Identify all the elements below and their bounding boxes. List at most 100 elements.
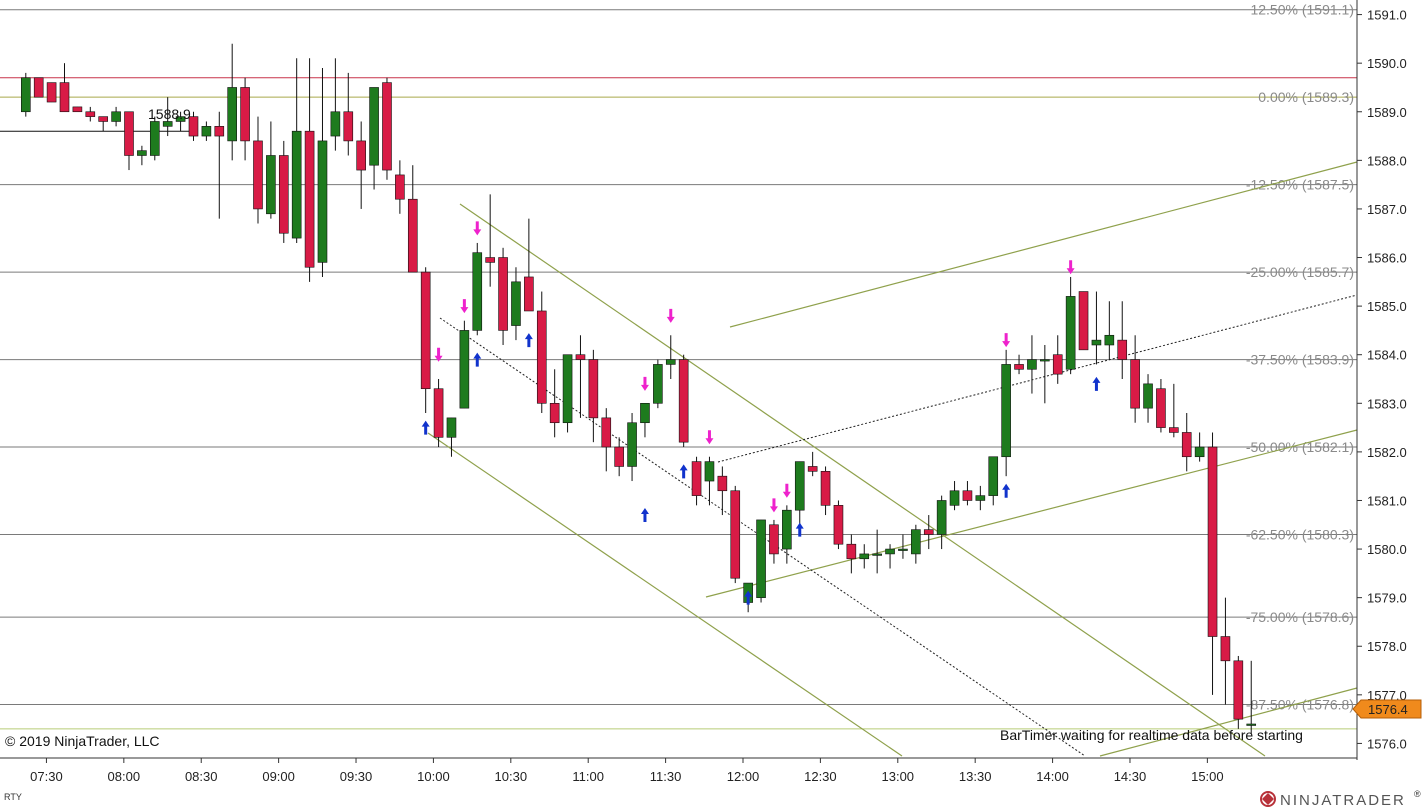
candle-body [330,111,341,137]
candle-body [1220,636,1231,662]
candle-body [85,111,96,117]
time-tick-label-13: 14:00 [1036,769,1069,784]
candle-body [704,461,715,482]
candle-body [820,471,831,506]
candle-body [124,111,134,156]
candle-28 [382,77,392,180]
price-tick-label-12: 1579.0 [1367,591,1407,606]
candle-body [446,417,457,438]
price-tick-label-2: 1589.0 [1367,105,1407,120]
candle-body [562,354,573,424]
candle-body [240,87,250,142]
candle-body [1130,359,1140,409]
candle-body [872,553,882,556]
price-tick-label-13: 1578.0 [1367,639,1407,654]
time-tick-label-10: 12:30 [804,769,837,784]
candle-body [756,519,766,598]
candle-body [111,111,121,122]
time-tick-label-3: 09:00 [262,769,295,784]
candle-body [614,446,624,467]
candle-body [949,490,960,506]
price-overlay-label: 1588.9 [148,106,191,122]
candle-body [923,529,934,535]
candle-body [1065,296,1076,370]
chart-background [0,0,1424,808]
candle-20 [278,140,289,243]
price-tick-label-11: 1580.0 [1367,542,1407,557]
candle-body [653,364,663,404]
candle-32 [433,379,444,448]
price-tick-label-7: 1584.0 [1367,348,1407,363]
time-tick-label-7: 11:00 [572,769,604,784]
candle-37 [498,247,508,345]
candle-35 [472,242,483,336]
copyright-text: © 2019 NinjaTrader, LLC [5,733,160,749]
candle-body [33,77,44,98]
candle-body [382,82,392,171]
candle-body [1091,339,1102,346]
candle-body [769,524,779,555]
candle-body [98,116,108,122]
candle-body [575,354,586,360]
time-tick-label-14: 14:30 [1114,769,1147,784]
time-tick-label-15: 15:00 [1191,769,1224,784]
candle-10 [149,116,160,161]
price-tick-label-10: 1581.0 [1367,493,1407,508]
time-tick-label-11: 13:00 [882,769,915,784]
candle-body [807,466,818,472]
candle-body [1156,388,1166,428]
candle-body [885,548,895,555]
candle-body [627,422,637,467]
candle-94 [1233,655,1244,729]
candle-body [1052,354,1063,375]
candle-body [975,495,986,501]
time-tick-label-2: 08:30 [185,769,218,784]
candle-body [356,140,366,171]
candle-82 [1078,291,1089,351]
fib-label-5: -50.00% (1582.1) [1246,439,1354,455]
candle-body [691,461,702,496]
fib-label-2: -12.50% (1587.5) [1246,177,1354,193]
candle-1 [33,77,44,98]
candle-body [201,126,212,137]
candle-body [911,529,921,555]
fib-label-1: 0.00% (1589.3) [1258,89,1354,105]
candlestick-chart[interactable]: 12.50% (1591.1) 0.00% (1589.3) -12.50% (15… [0,0,1424,808]
candle-body [472,252,483,331]
candle-body [395,174,405,200]
fib-label-3: -25.00% (1585.7) [1246,264,1354,280]
price-tick-label-15: 1576.0 [1367,736,1407,751]
candle-body [407,198,418,273]
candle-55 [730,485,741,584]
candle-body [1027,359,1037,370]
candle-body [794,461,805,511]
time-tick-label-5: 10:00 [417,769,450,784]
candle-body [317,140,328,263]
candle-body [988,456,999,496]
candle-body [485,257,495,263]
candle-49 [653,359,663,409]
candle-body [1014,364,1024,370]
candle-body [369,87,379,166]
candle-body [859,553,870,560]
price-tick-label-1: 1590.0 [1367,56,1407,71]
fib-label-0: 12.50% (1591.1) [1250,2,1354,18]
candle-body [549,402,560,424]
instrument-label: RTY [4,792,22,802]
time-tick-label-4: 09:30 [340,769,373,784]
candle-body [665,359,676,365]
candle-2 [46,82,57,103]
candle-body [962,490,973,501]
ninjatrader-logo-icon [1260,791,1276,807]
price-tick-label-0: 1591.0 [1367,8,1407,23]
brand-logo: NINJATRADER ® [1260,789,1421,808]
fib-label-7: -75.00% (1578.6) [1246,609,1354,625]
last-price-marker: 1576.4 [1352,699,1422,719]
candle-body [278,155,289,234]
fib-label-4: -37.50% (1583.9) [1246,352,1354,368]
candle-body [291,130,302,239]
candle-body [1194,446,1205,458]
price-tick-label-3: 1588.0 [1367,153,1407,168]
candle-body [149,121,160,156]
candle-57 [756,519,766,603]
